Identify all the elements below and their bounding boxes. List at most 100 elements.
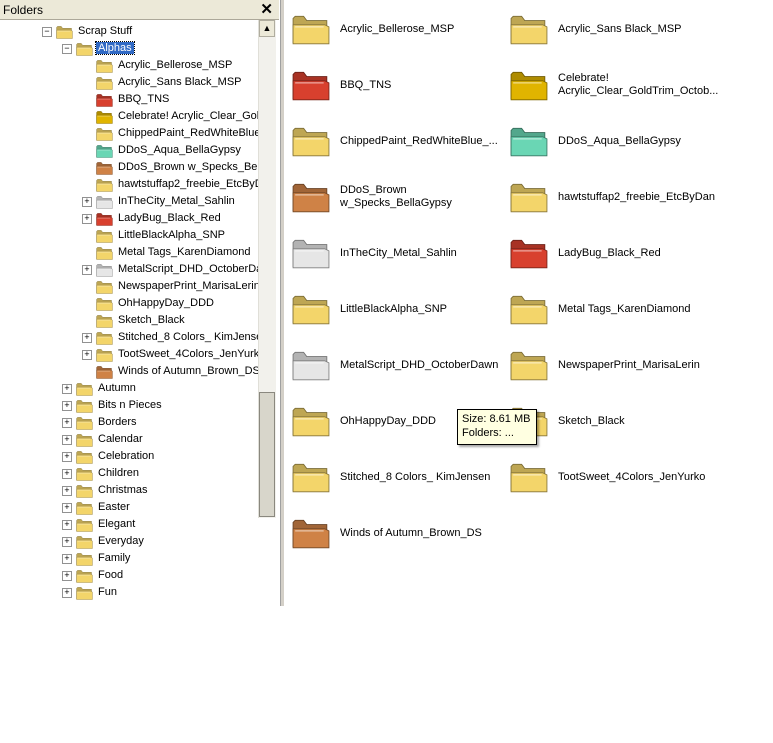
tree-item[interactable]: ChippedPaint_RedWhiteBlue_D — [82, 126, 258, 143]
expand-icon[interactable]: + — [62, 452, 72, 462]
tree-item[interactable]: DDoS_Aqua_BellaGypsy — [82, 143, 258, 160]
folder-item[interactable]: NewspaperPrint_MarisaLerin — [502, 340, 717, 390]
tree-item[interactable]: NewspaperPrint_MarisaLerin — [82, 279, 258, 296]
folder-item[interactable]: TootSweet_4Colors_JenYurko — [502, 452, 717, 502]
folder-icon — [96, 229, 113, 246]
folder-icon — [76, 467, 93, 484]
expand-icon[interactable]: + — [82, 197, 92, 207]
tree-item[interactable]: hawtstuffap2_freebie_EtcByD — [82, 177, 258, 194]
folder-icon — [96, 212, 113, 229]
expand-icon[interactable]: + — [62, 435, 72, 445]
folder-item[interactable]: Stitched_8 Colors_ KimJensen — [284, 452, 499, 502]
tree-item[interactable]: + MetalScript_DHD_OctoberDaw — [82, 262, 258, 279]
folder-item[interactable]: Winds of Autumn_Brown_DS — [284, 508, 499, 558]
tree-item-label: Food — [98, 569, 124, 581]
tree-item[interactable]: + Stitched_8 Colors_ KimJensen — [82, 330, 258, 347]
folder-icon — [76, 382, 93, 399]
folder-icon — [510, 68, 548, 105]
folder-item[interactable]: BBQ_TNS — [284, 60, 499, 110]
folder-icon — [292, 124, 330, 161]
expand-icon[interactable]: + — [62, 486, 72, 496]
folder-item[interactable]: Acrylic_Sans Black_MSP — [502, 4, 717, 54]
scroll-up-arrow-icon[interactable]: ▲ — [259, 20, 275, 37]
folder-icon — [76, 450, 93, 467]
expand-icon[interactable]: + — [62, 588, 72, 598]
tree-item[interactable]: + Fun — [62, 585, 258, 602]
expand-icon[interactable]: + — [62, 571, 72, 581]
collapse-icon[interactable]: − — [62, 44, 72, 54]
folder-item-label: ChippedPaint_RedWhiteBlue_... — [340, 134, 498, 147]
tree-item[interactable]: + Elegant — [62, 517, 258, 534]
folder-item[interactable]: DDoS_Brown w_Specks_BellaGypsy — [284, 172, 499, 222]
tree-item[interactable]: + Christmas — [62, 483, 258, 500]
folder-icon — [292, 516, 330, 553]
tree-item[interactable]: + Borders — [62, 415, 258, 432]
tree-scrollbar[interactable]: ▲ — [258, 20, 276, 518]
tree-item[interactable]: Acrylic_Sans Black_MSP — [82, 75, 258, 92]
close-icon[interactable]: ✕ — [260, 0, 273, 18]
folder-item[interactable]: InTheCity_Metal_Sahlin — [284, 228, 499, 278]
tree-item[interactable]: Acrylic_Bellerose_MSP — [82, 58, 258, 75]
expand-icon[interactable]: + — [82, 214, 92, 224]
tree-item[interactable]: + Autumn — [62, 381, 258, 398]
folder-icon — [96, 246, 113, 263]
tree-item[interactable]: + Calendar — [62, 432, 258, 449]
collapse-icon[interactable]: − — [42, 27, 52, 37]
expand-icon[interactable]: + — [62, 520, 72, 530]
tree-item[interactable]: DDoS_Brown w_Specks_BellaG — [82, 160, 258, 177]
expand-icon[interactable]: + — [62, 401, 72, 411]
tree-item[interactable]: Sketch_Black — [82, 313, 258, 330]
tree-item-label: ChippedPaint_RedWhiteBlue_D — [118, 127, 258, 139]
folder-item[interactable]: Celebrate! Acrylic_Clear_GoldTrim_Octob.… — [502, 60, 718, 110]
folder-item[interactable]: ChippedPaint_RedWhiteBlue_... — [284, 116, 499, 166]
folder-item[interactable]: MetalScript_DHD_OctoberDawn — [284, 340, 499, 390]
expand-icon[interactable]: + — [62, 503, 72, 513]
expand-icon[interactable]: + — [62, 554, 72, 564]
tree-item[interactable]: + Food — [62, 568, 258, 585]
folder-icon — [76, 42, 93, 59]
tree-item[interactable]: + TootSweet_4Colors_JenYurko — [82, 347, 258, 364]
tree-item[interactable]: Metal Tags_KarenDiamond — [82, 245, 258, 262]
tree-item[interactable]: OhHappyDay_DDD — [82, 296, 258, 313]
folder-item[interactable]: Acrylic_Bellerose_MSP — [284, 4, 499, 54]
tree-item-label: Autumn — [98, 382, 136, 394]
folder-item[interactable]: DDoS_Aqua_BellaGypsy — [502, 116, 717, 166]
tree-item[interactable]: + Celebration — [62, 449, 258, 466]
folder-item[interactable]: LittleBlackAlpha_SNP — [284, 284, 499, 334]
expand-icon[interactable]: + — [82, 265, 92, 275]
tree-item[interactable]: Winds of Autumn_Brown_DS — [82, 364, 258, 381]
folder-icon — [292, 12, 330, 49]
tree-item[interactable]: − Alphas — [62, 41, 258, 58]
folder-icon — [96, 144, 113, 161]
tree-item[interactable]: + Easter — [62, 500, 258, 517]
folder-icon — [510, 124, 548, 161]
tree-item[interactable]: + LadyBug_Black_Red — [82, 211, 258, 228]
expand-icon[interactable]: + — [62, 418, 72, 428]
tree-item[interactable]: + Children — [62, 466, 258, 483]
folder-item[interactable]: LadyBug_Black_Red — [502, 228, 717, 278]
tree-item-label: Acrylic_Bellerose_MSP — [118, 59, 233, 71]
tree-item[interactable]: + Family — [62, 551, 258, 568]
expand-icon[interactable]: + — [82, 333, 92, 343]
tree-item[interactable]: BBQ_TNS — [82, 92, 258, 109]
folder-item-label: Metal Tags_KarenDiamond — [558, 302, 691, 315]
expand-icon[interactable]: + — [62, 384, 72, 394]
folder-item-label: LittleBlackAlpha_SNP — [340, 302, 448, 315]
folder-icon — [96, 161, 113, 178]
tree-item[interactable]: + InTheCity_Metal_Sahlin — [82, 194, 258, 211]
folder-item[interactable]: hawtstuffap2_freebie_EtcByDan — [502, 172, 717, 222]
tree-item[interactable]: Celebrate! Acrylic_Clear_Gold — [82, 109, 258, 126]
tree-item[interactable]: + Everyday — [62, 534, 258, 551]
folder-item[interactable]: Metal Tags_KarenDiamond — [502, 284, 717, 334]
tree-item-label: Scrap Stuff — [78, 25, 133, 37]
scroll-thumb[interactable] — [259, 392, 275, 517]
folder-icon — [292, 404, 330, 441]
expand-icon[interactable]: + — [62, 537, 72, 547]
tooltip-folders: Folders: ... — [462, 427, 514, 439]
tree-item[interactable]: − Scrap Stuff — [42, 24, 258, 41]
tree-item[interactable]: LittleBlackAlpha_SNP — [82, 228, 258, 245]
expand-icon[interactable]: + — [82, 350, 92, 360]
tree-item[interactable]: + Bits n Pieces — [62, 398, 258, 415]
tree-item-label: Calendar — [98, 433, 143, 445]
expand-icon[interactable]: + — [62, 469, 72, 479]
